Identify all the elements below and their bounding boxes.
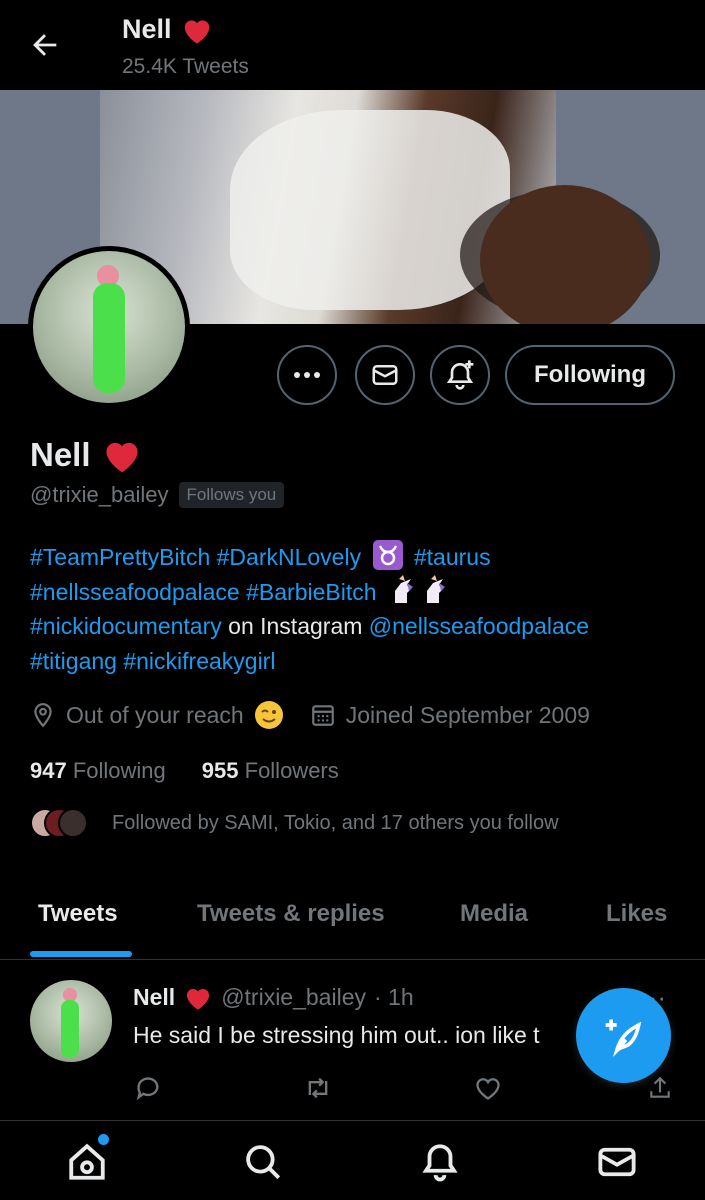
unicorn-icon xyxy=(389,574,453,605)
taurus-icon xyxy=(373,540,404,570)
feather-plus-icon xyxy=(605,1019,641,1057)
bio-text: on Instagram xyxy=(221,613,369,639)
followed-by[interactable]: Followed by SAMI, Tokio, and 17 others y… xyxy=(30,808,559,838)
bio-hashtag-nickidocumentary[interactable]: #nickidocumentary xyxy=(30,613,222,639)
more-icon xyxy=(294,372,320,378)
home-icon[interactable] xyxy=(62,1139,112,1185)
profile-name: Nell xyxy=(30,436,143,474)
notifications-icon[interactable] xyxy=(415,1139,465,1185)
bottom-navigation xyxy=(0,1120,705,1200)
profile-avatar[interactable] xyxy=(28,246,190,408)
followers-stat[interactable]: 955 Followers xyxy=(202,758,339,784)
messages-icon[interactable] xyxy=(592,1139,642,1185)
tweet-author-handle: @trixie_bailey xyxy=(221,984,366,1010)
avatar-figure xyxy=(93,283,125,393)
avatar xyxy=(58,808,88,838)
location-item: Out of your reach xyxy=(30,700,284,730)
following-button[interactable]: Following xyxy=(505,345,675,405)
follows-you-badge: Follows you xyxy=(178,482,285,508)
tab-media[interactable]: Media xyxy=(460,900,528,928)
search-icon[interactable] xyxy=(238,1139,288,1185)
tweet-author-name[interactable]: Nell xyxy=(133,984,175,1011)
profile-bio: #TeamPrettyBitch #DarkNLovely #taurus #n… xyxy=(30,540,680,678)
joined-item: Joined September 2009 xyxy=(310,702,590,729)
following-count: 947 xyxy=(30,758,67,783)
followed-by-text: Followed by SAMI, Tokio, and 17 others y… xyxy=(112,811,559,834)
followers-count: 955 xyxy=(201,758,239,783)
following-stat[interactable]: 947 Following xyxy=(30,758,166,784)
joined-text: Joined September 2009 xyxy=(345,701,590,728)
tab-tweets[interactable]: Tweets xyxy=(38,900,118,928)
more-options-button[interactable] xyxy=(277,345,337,405)
notifications-button[interactable] xyxy=(430,345,490,405)
location-pin-icon xyxy=(30,702,56,728)
avatar-figure xyxy=(61,1000,79,1058)
bio-hashtags-2[interactable]: #nellsseafoodpalace #BarbieBitch xyxy=(30,579,377,605)
calendar-icon xyxy=(310,702,336,728)
share-icon[interactable] xyxy=(642,1072,678,1104)
message-button[interactable] xyxy=(355,345,415,405)
handle-row: @trixie_bailey Follows you xyxy=(30,482,285,508)
banner-face xyxy=(480,185,650,324)
bio-hashtags-3[interactable]: #titigang #nickifreakygirl xyxy=(30,648,275,674)
reply-icon[interactable] xyxy=(130,1072,166,1104)
envelope-icon xyxy=(372,365,398,385)
wink-emoji-icon xyxy=(254,700,284,730)
profile-name-text: Nell xyxy=(30,436,91,473)
back-arrow-icon[interactable] xyxy=(28,28,62,62)
following-label: Following xyxy=(72,758,166,783)
heart-icon xyxy=(101,436,143,474)
profile-meta: Out of your reach Joined September 2009 xyxy=(30,700,616,730)
retweet-icon[interactable] xyxy=(300,1072,336,1104)
profile-tabs: Tweets Tweets & replies Media Likes xyxy=(0,880,705,960)
header-title: Nell xyxy=(122,14,214,45)
top-bar: Nell 25.4K Tweets xyxy=(0,0,705,90)
compose-tweet-button[interactable] xyxy=(576,988,671,1083)
follower-avatars xyxy=(30,808,92,838)
tweet-count: 25.4K Tweets xyxy=(122,55,249,78)
bio-hashtags[interactable]: #TeamPrettyBitch #DarkNLovely xyxy=(30,544,361,570)
heart-icon xyxy=(180,15,214,45)
heart-icon xyxy=(183,984,213,1011)
home-notification-dot xyxy=(98,1134,109,1145)
tweet-header: Nell @trixie_bailey · 1h xyxy=(133,984,414,1011)
active-tab-indicator xyxy=(30,951,132,957)
avatar[interactable] xyxy=(30,980,112,1062)
followers-label: Followers xyxy=(244,758,339,783)
follow-stats: 947 Following 955 Followers xyxy=(30,758,339,784)
header-name: Nell xyxy=(122,14,172,44)
bell-plus-icon xyxy=(446,360,474,390)
profile-handle: @trixie_bailey xyxy=(30,482,169,507)
tweet-text: He said I be stressing him out.. ion lik… xyxy=(133,1022,540,1048)
location-text: Out of your reach xyxy=(66,701,244,728)
tweet-time: · 1h xyxy=(373,984,414,1010)
tab-tweets-replies[interactable]: Tweets & replies xyxy=(197,900,385,928)
bio-hashtag-taurus[interactable]: #taurus xyxy=(414,544,491,570)
avatar-image xyxy=(33,251,185,403)
bio-mention[interactable]: @nellsseafoodpalace xyxy=(369,613,589,639)
like-icon[interactable] xyxy=(470,1072,506,1104)
tab-likes[interactable]: Likes xyxy=(606,900,667,928)
